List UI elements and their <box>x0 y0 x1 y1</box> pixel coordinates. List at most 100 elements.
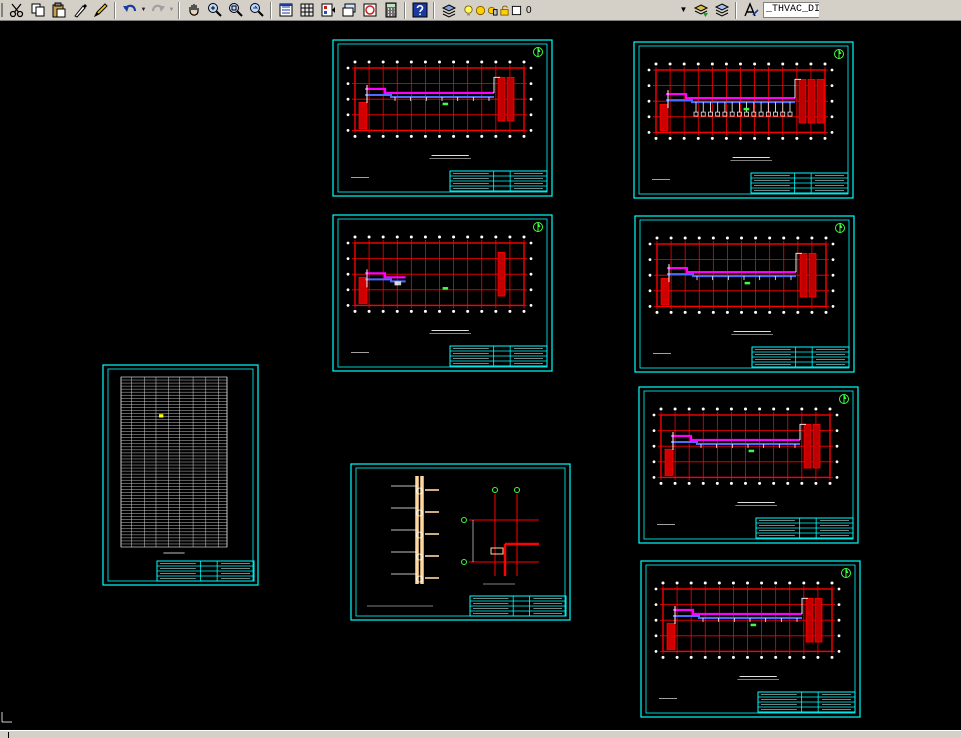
grid-axis-bubble <box>529 129 533 132</box>
pan-icon[interactable] <box>183 1 204 20</box>
text-style-dropdown[interactable]: _THVAC_DI <box>763 2 819 18</box>
grid-axis-bubble <box>514 487 520 493</box>
grid-axis-bubble <box>682 62 686 66</box>
tool-palettes-icon[interactable] <box>317 1 338 20</box>
grid-axis-bubble <box>480 235 484 239</box>
match-properties-icon[interactable] <box>69 1 90 20</box>
redo-icon[interactable] <box>147 1 168 20</box>
model-space-drawing[interactable] <box>0 22 961 730</box>
equipment-tag <box>744 281 751 285</box>
layer-state-icons <box>463 4 522 16</box>
toilet-core <box>799 252 808 298</box>
grid-axis-bubble <box>725 310 729 314</box>
undo-icon[interactable] <box>119 1 140 20</box>
grid-axis-bubble <box>772 481 776 485</box>
grid-axis-bubble <box>824 310 828 314</box>
grid-axis-bubble <box>837 603 841 606</box>
air-diffuser <box>773 111 778 117</box>
grid-axis-bubble <box>830 68 834 72</box>
grid-axis-bubble <box>452 309 456 313</box>
toilet-core <box>814 597 823 643</box>
paintbrush-icon[interactable] <box>90 1 111 20</box>
grid-axis-bubble <box>648 258 652 261</box>
copy-icon[interactable] <box>27 1 48 20</box>
floor-plan-sheet-4 <box>634 215 855 373</box>
grid-axis-bubble <box>522 134 526 138</box>
grid-axis-bubble <box>731 655 735 659</box>
grid-axis-bubble <box>466 134 470 138</box>
sheet-outer-border <box>350 463 571 621</box>
grid-axis-bubble <box>739 62 742 66</box>
grid-axis-bubble <box>796 310 800 314</box>
text-style-icon[interactable] <box>740 1 761 20</box>
drawing-canvas[interactable] <box>0 22 961 730</box>
grid-axis-bubble <box>774 655 778 659</box>
calculator-icon[interactable] <box>380 1 401 20</box>
zoom-previous-icon[interactable] <box>246 1 267 20</box>
properties-icon[interactable] <box>275 1 296 20</box>
grid-axis-bubble <box>659 481 663 485</box>
layer-unlock-icon[interactable] <box>499 5 510 16</box>
paste-icon[interactable] <box>48 1 69 20</box>
air-diffuser <box>751 111 757 117</box>
grid-axis-bubble <box>654 587 658 591</box>
layer-control-dropdown[interactable]: 0 ▼ <box>463 2 690 19</box>
grid-axis-bubble <box>423 134 427 138</box>
floor-plan <box>346 235 533 313</box>
grid-axis-bubble <box>802 581 806 585</box>
layer-states-icon[interactable] <box>711 1 732 20</box>
highlight-cell <box>159 414 164 418</box>
air-diffuser <box>787 111 793 117</box>
air-diffuser <box>744 111 749 117</box>
grid-axis-bubble <box>823 136 827 140</box>
grid-axis-bubble <box>753 62 757 66</box>
design-center-icon[interactable] <box>296 1 317 20</box>
grid-axis-bubble <box>814 407 818 411</box>
layer-dropdown-arrow-icon[interactable]: ▼ <box>679 5 688 15</box>
zoom-window-icon[interactable] <box>225 1 246 20</box>
layer-on-bulb-icon[interactable] <box>463 4 474 16</box>
layer-previous-icon[interactable] <box>690 1 711 20</box>
grid-axis-bubble <box>367 235 371 239</box>
layer-viewport-sun-icon[interactable] <box>487 5 498 16</box>
zoom-realtime-icon[interactable] <box>204 1 225 20</box>
cut-icon[interactable] <box>6 1 27 20</box>
sheet-set-icon[interactable] <box>338 1 359 20</box>
layer-color-swatch-icon[interactable] <box>511 5 522 16</box>
grid-axis-bubble <box>697 236 701 240</box>
return-duct <box>666 99 795 104</box>
grid-axis-bubble <box>802 655 806 659</box>
layer-thaw-sun-icon[interactable] <box>475 5 486 16</box>
grid-axis-bubble <box>669 236 673 240</box>
undo-dropdown-icon[interactable]: ▼ <box>140 1 147 20</box>
grid-axis-bubble <box>409 60 413 64</box>
grid-axis-bubble <box>669 310 673 314</box>
grid-axis-bubble <box>668 136 672 140</box>
grid-axis-bubble <box>768 236 772 240</box>
grid-axis-bubble <box>661 655 665 659</box>
grid-axis-bubble <box>346 82 350 85</box>
grid-axis-bubble <box>731 581 735 585</box>
redo-dropdown-icon[interactable]: ▼ <box>168 1 175 20</box>
grid-axis-bubble <box>647 115 651 119</box>
grid-axis-bubble <box>480 134 484 138</box>
grid-axis-bubble <box>816 655 820 659</box>
grid-axis-bubble <box>809 136 813 140</box>
grid-axis-bubble <box>423 60 427 64</box>
floor-plan <box>648 236 835 314</box>
title-block <box>449 170 548 192</box>
grid-axis-bubble <box>438 309 441 313</box>
grid-axis-bubble <box>760 581 764 585</box>
markup-icon[interactable] <box>359 1 380 20</box>
grid-axis-bubble <box>809 62 813 66</box>
grid-axis-bubble <box>654 618 658 622</box>
help-icon[interactable] <box>409 1 430 20</box>
layer-manager-icon[interactable] <box>438 1 459 20</box>
grid-axis-bubble <box>647 131 651 134</box>
grid-axis-bubble <box>683 310 687 314</box>
grid-axis-bubble <box>367 60 371 64</box>
grid-axis-bubble <box>522 309 526 313</box>
floor-plan-sheet-1 <box>332 39 553 197</box>
toilet-core <box>812 423 821 469</box>
grid-axis-bubble <box>529 66 533 70</box>
